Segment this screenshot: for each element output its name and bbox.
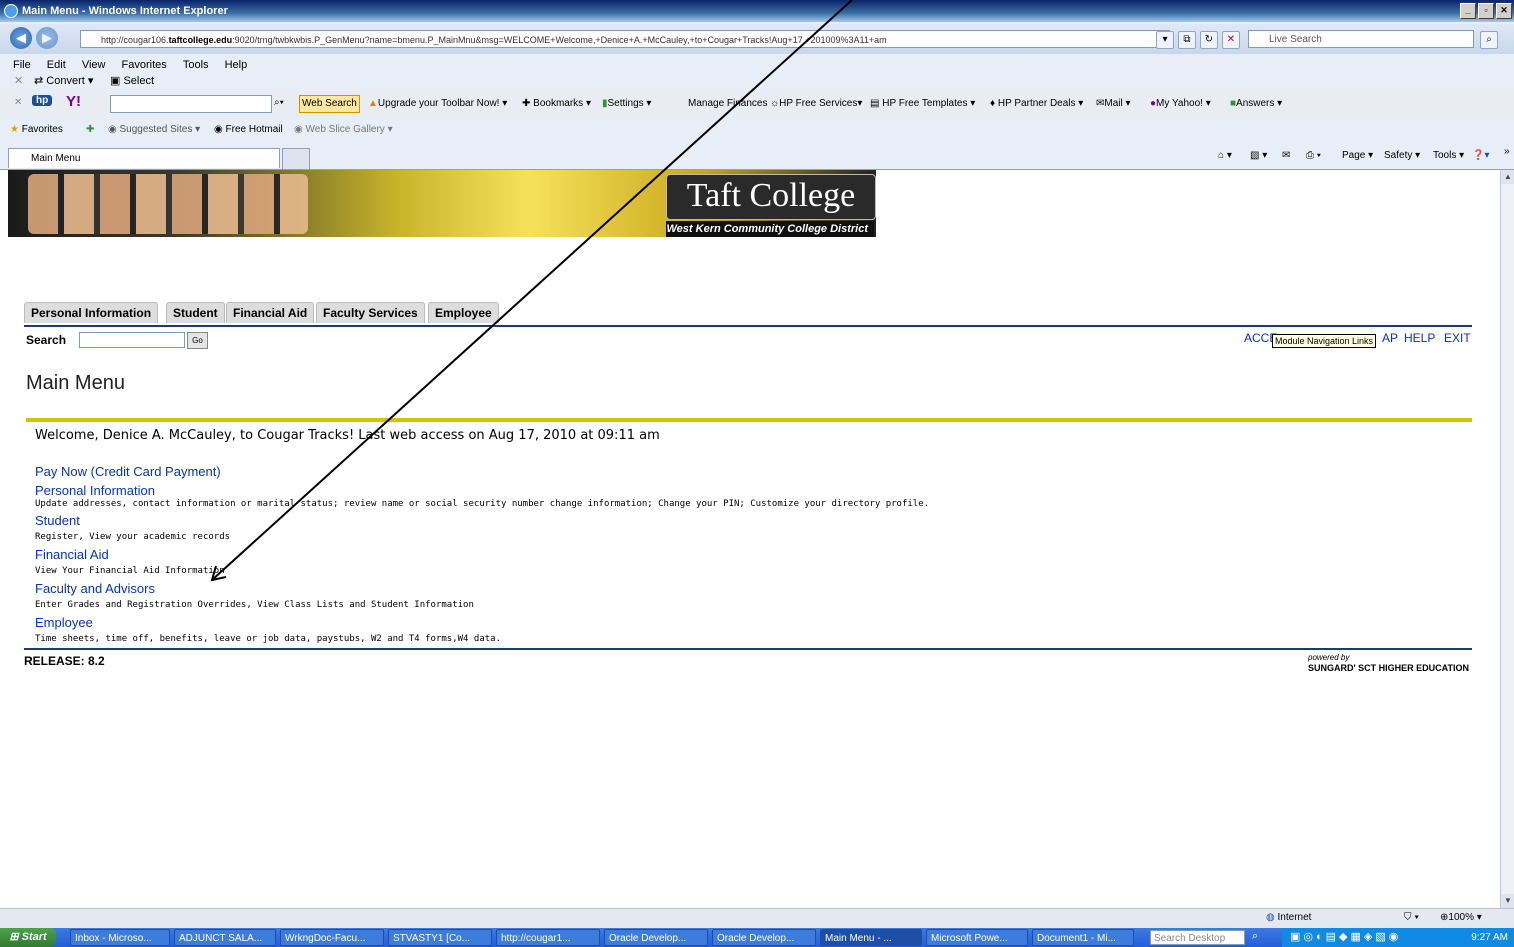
- taskbar-item[interactable]: Oracle Develop...: [604, 929, 708, 946]
- scroll-down-icon[interactable]: ▼: [1501, 894, 1514, 908]
- annotation-arrow: [210, 0, 853, 582]
- zone-label: Internet: [1277, 912, 1312, 923]
- vertical-scrollbar[interactable]: ▲ ▼: [1500, 170, 1514, 908]
- internet-zone: ◍ Internet: [1266, 912, 1311, 923]
- system-tray: ▣◎◐▤◆▦◈▧◉ 9:27 AM: [1282, 928, 1514, 947]
- windows-taskbar: ⊞ Start Inbox - Microso... ADJUNCT SALA.…: [0, 928, 1514, 947]
- taskbar-item[interactable]: Main Menu - ...: [820, 929, 922, 946]
- taskbar-item[interactable]: Document1 - Mi...: [1032, 929, 1134, 946]
- taskbar-item[interactable]: STVASTY1 [Co...: [388, 929, 492, 946]
- windows-logo-icon: ⊞: [9, 931, 19, 943]
- scroll-up-icon[interactable]: ▲: [1501, 170, 1514, 184]
- start-button[interactable]: ⊞ Start: [0, 928, 56, 947]
- taskbar-item[interactable]: Inbox - Microso...: [70, 929, 170, 946]
- zoom-label: 100%: [1448, 912, 1474, 923]
- search-icon[interactable]: ⌕: [1252, 930, 1258, 943]
- start-label: Start: [21, 931, 47, 943]
- tray-icons[interactable]: ▣◎◐▤◆▦◈▧◉: [1290, 930, 1401, 943]
- desktop-search-input[interactable]: Search Desktop: [1150, 930, 1245, 945]
- protected-mode-icon[interactable]: ⛉ ▾: [1404, 912, 1419, 923]
- taskbar-item[interactable]: Microsoft Powe...: [926, 929, 1028, 946]
- taskbar-item[interactable]: Oracle Develop...: [712, 929, 816, 946]
- status-bar: ◍ Internet ⛉ ▾ ⊕100% ▾: [0, 908, 1514, 929]
- taskbar-item[interactable]: http://cougar1...: [496, 929, 600, 946]
- clock: 9:27 AM: [1471, 932, 1508, 943]
- zoom-control[interactable]: ⊕100% ▾: [1440, 912, 1482, 923]
- taskbar-item[interactable]: WrkngDoc-Facu...: [280, 929, 384, 946]
- taskbar-item[interactable]: ADJUNCT SALA...: [174, 929, 276, 946]
- globe-icon: ◍: [1266, 912, 1275, 923]
